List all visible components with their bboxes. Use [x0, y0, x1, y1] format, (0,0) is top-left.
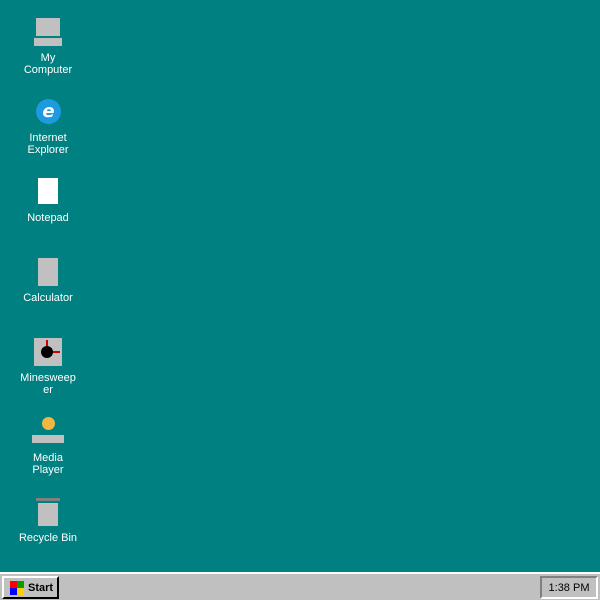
- desktop-icon-label: Recycle Bin: [18, 532, 78, 544]
- media-player-icon: [28, 412, 68, 452]
- notepad-icon: [28, 172, 68, 212]
- desktop-icon-minesweeper[interactable]: Minesweeper: [8, 332, 88, 396]
- computer-icon: [28, 12, 68, 52]
- internet-explorer-icon: e: [28, 92, 68, 132]
- desktop-icon-label: My Computer: [23, 52, 73, 76]
- desktop-icon-label: Media Player: [32, 452, 64, 476]
- desktop-icon-calculator[interactable]: Calculator: [8, 252, 88, 304]
- desktop-icon-label: Internet Explorer: [27, 132, 69, 156]
- desktop-icon-notepad[interactable]: Notepad: [8, 172, 88, 224]
- calculator-icon: [28, 252, 68, 292]
- desktop-icon-label: Calculator: [23, 292, 73, 304]
- recycle-bin-icon: [28, 492, 68, 532]
- start-label: Start: [28, 581, 54, 594]
- desktop-icon-media-player[interactable]: Media Player: [8, 412, 88, 476]
- windows-logo-icon: [10, 580, 24, 595]
- desktop-icon-my-computer[interactable]: My Computer: [8, 12, 88, 76]
- desktop-icon-recycle-bin[interactable]: Recycle Bin: [8, 492, 88, 544]
- taskbar: Start 1:38 PM: [0, 572, 600, 600]
- system-tray-clock[interactable]: 1:38 PM: [540, 576, 598, 599]
- desktop-icon-internet-explorer[interactable]: e Internet Explorer: [8, 92, 88, 156]
- desktop-icon-label: Minesweeper: [20, 372, 76, 396]
- minesweeper-icon: [28, 332, 68, 372]
- clock-text: 1:38 PM: [548, 581, 590, 594]
- start-button[interactable]: Start: [2, 576, 59, 599]
- desktop[interactable]: My Computer e Internet Explorer Notepad …: [0, 0, 600, 572]
- desktop-icon-label: Notepad: [27, 212, 69, 224]
